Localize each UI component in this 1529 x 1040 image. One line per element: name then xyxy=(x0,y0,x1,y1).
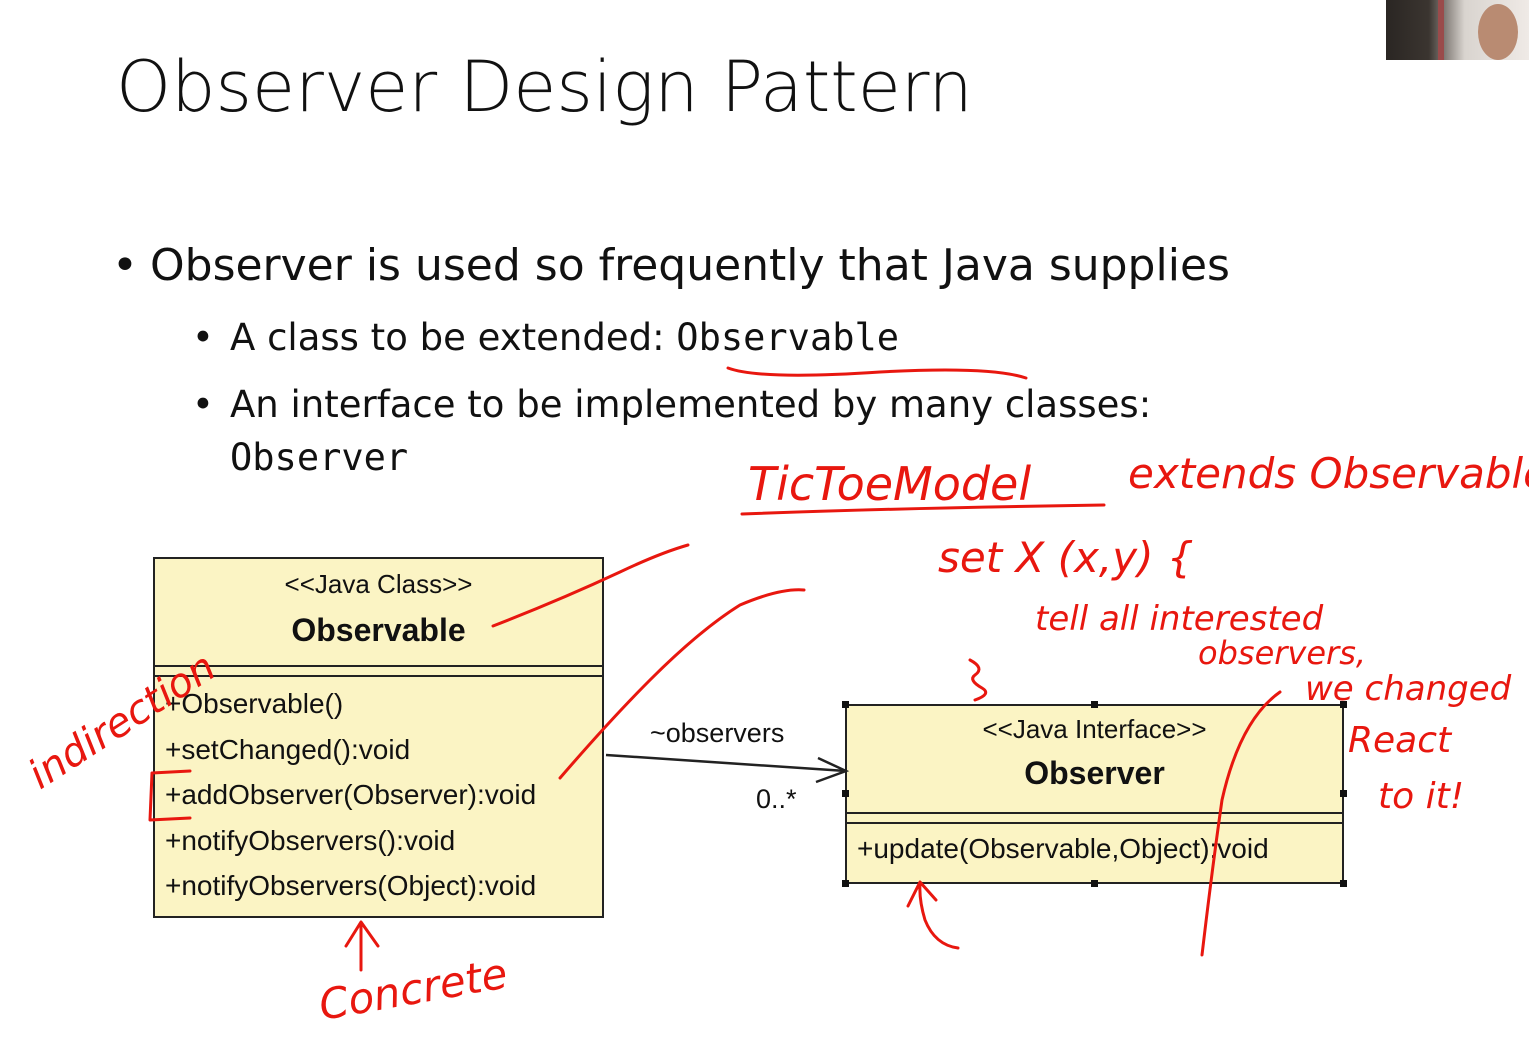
underline-observable xyxy=(726,366,1028,380)
note-extends: extends Observable xyxy=(1128,449,1529,498)
association-arrow xyxy=(605,753,850,784)
association-line xyxy=(605,753,847,773)
bracket-addobserver xyxy=(148,769,192,822)
brace-close xyxy=(968,658,988,702)
note-model-class: TicToeModel xyxy=(748,457,1031,511)
note-line4: React xyxy=(1348,720,1453,761)
note-line3: we changed xyxy=(1305,669,1512,709)
stroke-to-addobserver xyxy=(558,588,806,780)
handwritten-notes: TicToeModel extends Observable set X (x,… xyxy=(20,449,1529,1030)
note-line2: observers, xyxy=(1198,634,1366,672)
stroke-interface xyxy=(1200,690,1282,957)
arrow-concrete xyxy=(344,920,380,972)
note-method: set X (x,y) { xyxy=(938,533,1194,582)
note-concrete: Concrete xyxy=(315,949,511,1030)
note-indirection: indirection xyxy=(20,644,223,798)
arrow-update xyxy=(906,880,960,950)
note-line5: to it! xyxy=(1378,776,1464,817)
annotation-layer: TicToeModel extends Observable set X (x,… xyxy=(20,366,1529,1030)
stroke-to-observable xyxy=(491,543,690,628)
note-line1: tell all interested xyxy=(1035,599,1324,639)
